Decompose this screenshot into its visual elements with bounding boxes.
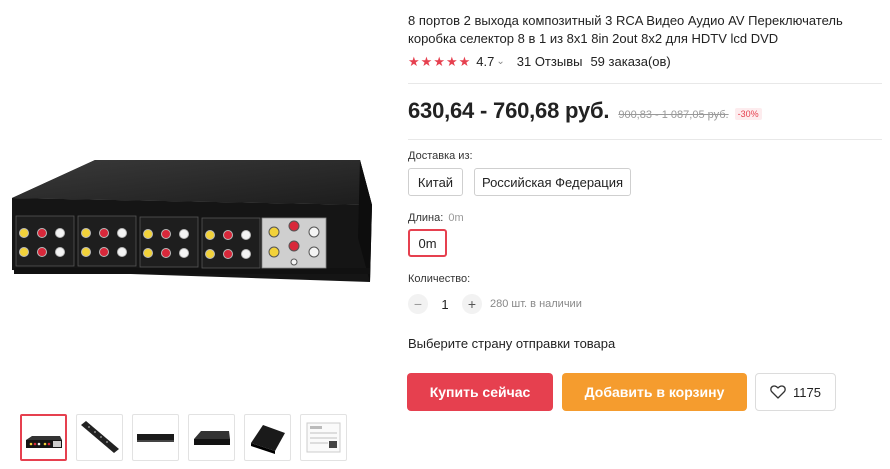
thumbnail-4-image bbox=[194, 431, 230, 445]
thumbnail-3-image bbox=[137, 434, 174, 442]
length-label-text: Длина: bbox=[408, 212, 444, 224]
length-selected-value: 0m bbox=[448, 212, 464, 224]
star-icon: ★ bbox=[458, 53, 471, 69]
star-icon: ★ bbox=[420, 53, 433, 69]
rating-stars: ★ ★ ★ ★ ★ bbox=[408, 55, 470, 68]
divider bbox=[408, 83, 882, 84]
rating-row: ★ ★ ★ ★ ★ 4.7 ⌄ 31 Отзывы 59 заказа(ов) bbox=[408, 52, 671, 70]
length-option-0m[interactable]: 0m bbox=[408, 229, 447, 257]
thumbnail-3[interactable] bbox=[132, 414, 179, 461]
thumbnail-4[interactable] bbox=[188, 414, 235, 461]
minus-icon[interactable]: − bbox=[408, 294, 428, 314]
old-price: 900,83 - 1 087,05 руб. bbox=[618, 109, 729, 121]
wishlist-count: 1175 bbox=[793, 384, 821, 400]
thumbnail-5-image bbox=[251, 425, 285, 454]
buy-now-button[interactable]: Купить сейчас bbox=[407, 373, 553, 411]
thumbnail-2[interactable] bbox=[76, 414, 123, 461]
quantity-stepper: − 1 + 280 шт. в наличии bbox=[408, 294, 582, 314]
length-label: Длина: 0m bbox=[408, 212, 464, 224]
thumbnail-2-image bbox=[81, 421, 119, 453]
discount-badge: -30% bbox=[734, 108, 762, 120]
wishlist-button[interactable]: 1175 bbox=[755, 373, 836, 411]
add-to-cart-button[interactable]: Добавить в корзину bbox=[562, 373, 747, 411]
thumbnail-6-image bbox=[306, 422, 341, 453]
current-price: 630,64 - 760,68 руб. bbox=[408, 98, 610, 123]
quantity-label: Количество: bbox=[408, 273, 471, 285]
thumbnail-6[interactable] bbox=[300, 414, 347, 461]
heart-icon bbox=[770, 385, 786, 399]
delivery-option-china[interactable]: Китай bbox=[408, 168, 463, 196]
plus-icon[interactable]: + bbox=[462, 294, 482, 314]
thumbnail-5[interactable] bbox=[244, 414, 291, 461]
orders-count: 59 заказа(ов) bbox=[590, 53, 671, 69]
chevron-down-icon[interactable]: ⌄ bbox=[496, 56, 504, 67]
reviews-link[interactable]: 31 Отзывы bbox=[517, 54, 583, 69]
price-row: 630,64 - 760,68 руб. 900,83 - 1 087,05 р… bbox=[408, 98, 762, 124]
main-product-image[interactable] bbox=[0, 0, 388, 400]
av-switch-box-illustration bbox=[12, 160, 372, 282]
quantity-input[interactable]: 1 bbox=[428, 297, 462, 312]
divider bbox=[408, 139, 882, 140]
stock-count: 280 шт. в наличии bbox=[490, 298, 582, 310]
delivery-option-russia[interactable]: Российская Федерация bbox=[474, 168, 631, 196]
delivery-label: Доставка из: bbox=[408, 150, 473, 162]
thumbnail-strip bbox=[20, 414, 347, 461]
star-icon: ★ bbox=[408, 53, 420, 69]
shipping-country-note: Выберите страну отправки товара bbox=[408, 336, 616, 351]
thumbnail-1[interactable] bbox=[20, 414, 67, 461]
rating-value[interactable]: 4.7 bbox=[476, 54, 494, 69]
product-title: 8 портов 2 выхода композитный 3 RCA Виде… bbox=[408, 13, 843, 46]
star-icon: ★ bbox=[433, 53, 445, 69]
star-icon: ★ bbox=[445, 53, 458, 69]
thumbnail-1-image bbox=[26, 436, 62, 448]
